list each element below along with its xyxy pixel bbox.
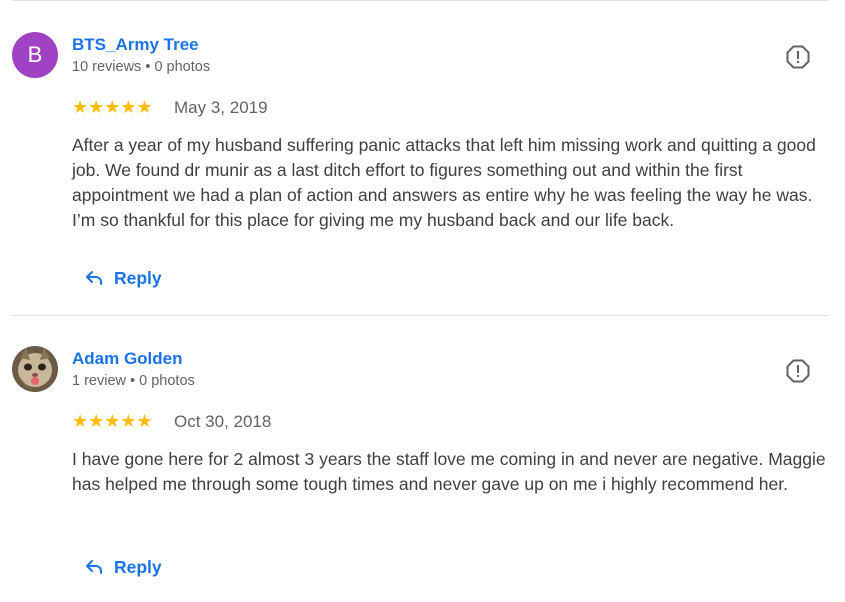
avatar[interactable]: B — [12, 32, 58, 78]
report-flag-icon[interactable] — [785, 44, 811, 70]
reply-label: Reply — [114, 556, 162, 577]
star-rating: ★★★★★ — [72, 97, 153, 117]
review-divider — [13, 315, 828, 316]
reply-button[interactable]: Reply — [84, 551, 162, 583]
star-rating: ★★★★★ — [72, 411, 153, 431]
review-text: After a year of my husband suffering pan… — [72, 135, 816, 230]
review-date: Oct 30, 2018 — [174, 412, 272, 431]
top-divider — [13, 0, 828, 1]
reviewer-name[interactable]: Adam Golden — [72, 349, 183, 369]
reply-arrow-icon — [84, 557, 104, 577]
review-date: May 3, 2019 — [174, 98, 268, 117]
reply-button[interactable]: Reply — [84, 262, 162, 294]
reply-arrow-icon — [84, 268, 104, 288]
reviewer-name[interactable]: BTS_Army Tree — [72, 35, 199, 55]
avatar[interactable] — [12, 346, 58, 392]
reply-label: Reply — [114, 267, 162, 288]
reviewer-meta: 1 review • 0 photos — [72, 373, 195, 389]
review-text: I have gone here for 2 almost 3 years th… — [72, 449, 826, 494]
reviewer-meta: 10 reviews • 0 photos — [72, 59, 211, 75]
report-flag-icon[interactable] — [785, 358, 811, 384]
